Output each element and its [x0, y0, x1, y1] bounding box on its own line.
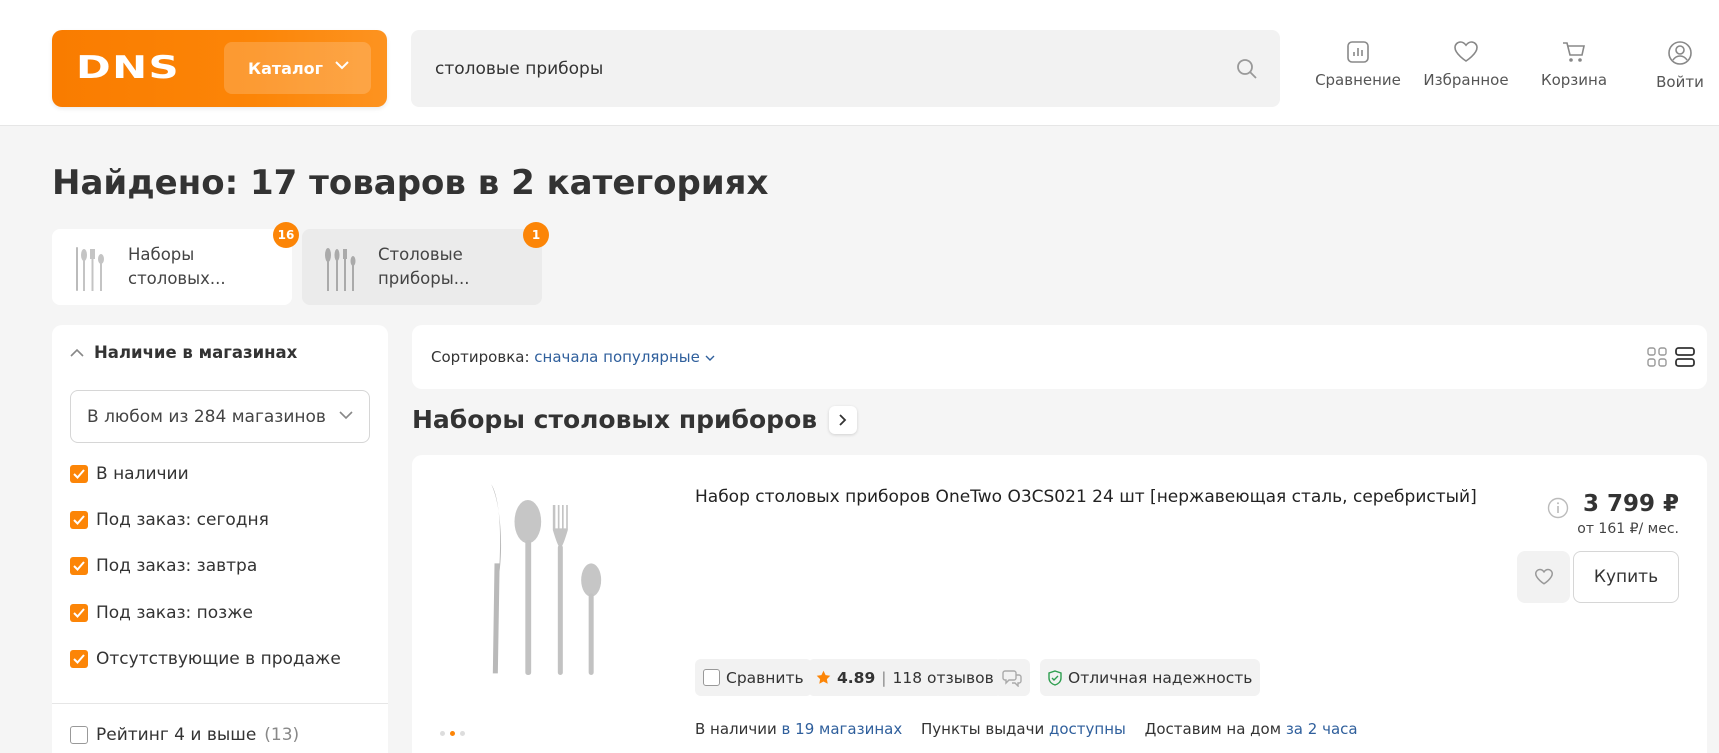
- grid-view-icon[interactable]: [1647, 347, 1667, 367]
- filter-rating[interactable]: Рейтинг 4 и выше (13): [70, 725, 299, 745]
- nav-favorites[interactable]: Избранное: [1416, 40, 1516, 100]
- sort-value[interactable]: сначала популярные: [534, 348, 700, 366]
- filter-label: Под заказ: позже: [96, 603, 253, 623]
- search-icon[interactable]: [1236, 58, 1258, 80]
- chevron-down-icon: [339, 411, 353, 420]
- cutlery-thumbnail: [325, 248, 356, 291]
- filter-order-today[interactable]: Под заказ: сегодня: [70, 510, 269, 530]
- nav-login[interactable]: Войти: [1630, 40, 1719, 100]
- category-label: Наборы столовых...: [128, 245, 226, 288]
- product-name[interactable]: Набор столовых приборов OneTwo O3CS021 2…: [695, 487, 1477, 507]
- filter-label: Отсутствующие в продаже: [96, 649, 341, 669]
- nav-login-label: Войти: [1656, 73, 1704, 91]
- nav-cart[interactable]: Корзина: [1524, 40, 1624, 100]
- product-card: Набор столовых приборов OneTwo O3CS021 2…: [412, 455, 1707, 753]
- header: DNS Каталог Сравнение Избранное Корзина …: [0, 0, 1719, 126]
- store-select-value: В любом из 284 магазинов: [87, 406, 326, 427]
- checkbox-checked[interactable]: [70, 604, 88, 622]
- category-section-title[interactable]: Наборы столовых приборов: [412, 405, 858, 434]
- dns-logo[interactable]: DNS: [76, 50, 180, 86]
- availability-filter-header[interactable]: Наличие в магазинах: [70, 343, 297, 362]
- shield-check-icon: [1048, 669, 1062, 686]
- nav-compare-label: Сравнение: [1315, 71, 1401, 89]
- nav-compare[interactable]: Сравнение: [1308, 40, 1408, 100]
- section-title-text: Наборы столовых приборов: [412, 405, 818, 434]
- availability-info: В наличии в 19 магазинах Пункты выдачи д…: [695, 720, 1358, 738]
- reliability-label: Отличная надежность: [1068, 668, 1253, 687]
- filter-label: Под заказ: сегодня: [96, 510, 269, 530]
- heart-icon: [1534, 568, 1553, 585]
- pickup-link[interactable]: доступны: [1049, 720, 1126, 738]
- add-to-favorites-button[interactable]: [1517, 551, 1570, 603]
- catalog-label: Каталог: [248, 58, 324, 78]
- catalog-button[interactable]: Каталог: [224, 42, 371, 94]
- count-badge: 16: [273, 222, 299, 248]
- pickup-label: Пункты выдачи: [920, 720, 1045, 738]
- brand-block: DNS Каталог: [52, 30, 387, 107]
- delivery-link[interactable]: за 2 часа: [1286, 720, 1358, 738]
- heart-icon: [1454, 41, 1478, 62]
- checkbox-checked[interactable]: [70, 557, 88, 575]
- credit-price[interactable]: от 161 ₽/ мес.: [1577, 521, 1679, 537]
- questions-chip[interactable]: [994, 659, 1030, 696]
- count-badge: 1: [523, 222, 549, 248]
- delivery-label: Доставим на дом: [1144, 720, 1282, 738]
- cart-icon: [1563, 42, 1585, 62]
- filter-in-stock[interactable]: В наличии: [70, 464, 189, 484]
- filter-order-tomorrow[interactable]: Под заказ: завтра: [70, 556, 257, 576]
- results-title: Найдено: 17 товаров в 2 категориях: [52, 163, 769, 203]
- user-icon: [1668, 41, 1692, 65]
- list-view-icon[interactable]: [1675, 347, 1695, 367]
- filter-count: (13): [264, 725, 300, 745]
- chevron-up-icon: [70, 348, 84, 357]
- chevron-down-icon: [705, 355, 715, 361]
- product-price: 3 799 ₽: [1582, 491, 1679, 517]
- filters-sidebar: Наличие в магазинах В любом из 284 магаз…: [52, 325, 388, 753]
- filter-order-later[interactable]: Под заказ: позже: [70, 603, 253, 623]
- store-select[interactable]: В любом из 284 магазинов: [70, 390, 370, 443]
- rating-chip[interactable]: 4.89 | 118 отзывов: [808, 659, 1002, 696]
- checkbox-unchecked[interactable]: [70, 726, 88, 744]
- compare-checkbox[interactable]: [703, 669, 720, 686]
- cutlery-set-thumbnail: [76, 247, 104, 291]
- checkbox-checked[interactable]: [70, 650, 88, 668]
- category-label: Столовые приборы...: [378, 245, 470, 288]
- compare-label: Сравнить: [726, 668, 804, 687]
- nav-favorites-label: Избранное: [1423, 71, 1509, 89]
- checkbox-checked[interactable]: [70, 465, 88, 483]
- reliability-chip[interactable]: Отличная надежность: [1040, 659, 1261, 696]
- filter-label: Под заказ: завтра: [96, 556, 258, 576]
- sort-bar: Сортировка: сначала популярные: [412, 325, 1707, 389]
- star-icon: [816, 670, 831, 684]
- nav-cart-label: Корзина: [1540, 71, 1608, 89]
- stock-stores-link[interactable]: в 19 магазинах: [782, 720, 903, 738]
- availability-filter-title: Наличие в магазинах: [94, 343, 298, 362]
- category-card-cutlery[interactable]: Столовые приборы... 1: [302, 222, 549, 305]
- search-input[interactable]: [411, 30, 1280, 107]
- divider: [52, 703, 388, 704]
- filter-not-on-sale[interactable]: Отсутствующие в продаже: [70, 649, 341, 669]
- chat-bubbles-icon: [1002, 669, 1022, 687]
- info-icon[interactable]: [1547, 497, 1569, 519]
- category-card-sets[interactable]: Наборы столовых... 16: [52, 222, 299, 305]
- product-image[interactable]: [472, 480, 622, 680]
- rating-value: 4.89: [837, 668, 876, 687]
- filter-label: Рейтинг 4 и выше: [96, 725, 257, 745]
- chevron-right-icon[interactable]: [829, 405, 858, 434]
- compare-chip[interactable]: Сравнить: [695, 659, 812, 696]
- buy-button[interactable]: Купить: [1573, 551, 1679, 603]
- reviews-count: 118 отзывов: [892, 668, 994, 687]
- filter-label: В наличии: [96, 464, 189, 484]
- image-carousel-dots[interactable]: [440, 731, 465, 736]
- search-box: [411, 30, 1280, 107]
- compare-icon: [1347, 41, 1369, 63]
- sort-control[interactable]: Сортировка: сначала популярные: [431, 348, 715, 366]
- checkbox-checked[interactable]: [70, 511, 88, 529]
- sort-label: Сортировка:: [431, 348, 530, 366]
- separator: |: [881, 668, 887, 687]
- chevron-down-icon: [335, 61, 349, 70]
- stock-label: В наличии: [695, 720, 777, 738]
